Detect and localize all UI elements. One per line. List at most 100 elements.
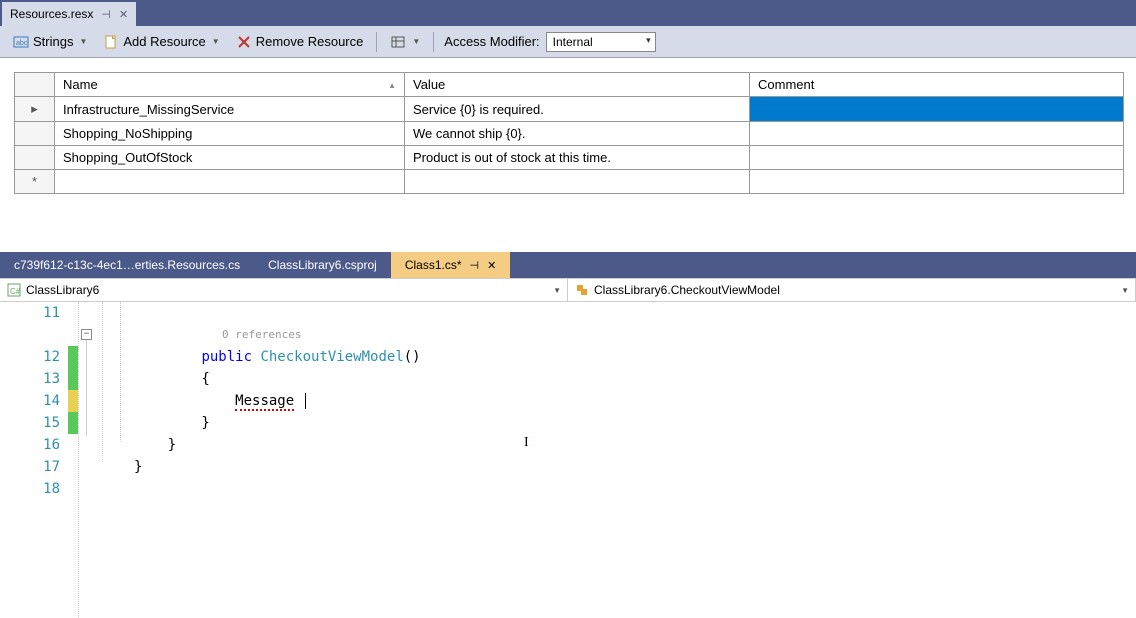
line-number: 15 bbox=[0, 412, 60, 434]
access-modifier-label: Access Modifier: bbox=[444, 34, 539, 49]
csharp-icon: C# bbox=[6, 282, 22, 298]
tab-class1[interactable]: Class1.cs* ⊣ ✕ bbox=[391, 252, 511, 278]
delete-icon bbox=[236, 34, 252, 50]
grid-icon bbox=[390, 34, 406, 50]
chevron-down-icon: ▼ bbox=[412, 37, 420, 46]
resx-toolbar: abc Strings ▼ Add Resource ▼ Remove Reso… bbox=[0, 26, 1136, 58]
add-file-icon bbox=[103, 34, 119, 50]
resource-grid-panel: Name ▲ Value Comment ▸ Infrastructure_Mi… bbox=[0, 58, 1136, 194]
header-text: Comment bbox=[758, 77, 814, 92]
add-resource-button[interactable]: Add Resource ▼ bbox=[96, 30, 226, 54]
column-header-comment[interactable]: Comment bbox=[750, 73, 1124, 97]
indent-guide-col bbox=[98, 302, 116, 618]
tab-generated-resources[interactable]: c739f612-c13c-4ec1…erties.Resources.cs bbox=[0, 252, 254, 278]
keyword: public bbox=[201, 349, 252, 365]
code-line[interactable]: Message bbox=[134, 390, 1136, 412]
close-icon[interactable]: ✕ bbox=[487, 259, 496, 272]
text-caret bbox=[305, 393, 306, 409]
code-line[interactable]: public CheckoutViewModel() bbox=[134, 346, 1136, 368]
new-row-marker: * bbox=[15, 170, 55, 194]
cell-comment[interactable] bbox=[750, 146, 1124, 170]
cell-comment[interactable] bbox=[750, 97, 1124, 122]
cell-comment[interactable] bbox=[750, 122, 1124, 146]
table-row[interactable]: ▸ Infrastructure_MissingService Service … bbox=[15, 97, 1124, 122]
line-number: 13 bbox=[0, 368, 60, 390]
row-selector: ▸ bbox=[15, 97, 55, 122]
chevron-down-icon: ▼ bbox=[553, 286, 561, 295]
cell-name[interactable]: Infrastructure_MissingService bbox=[55, 97, 405, 122]
code-nav-bar: C# ClassLibrary6 ▼ ClassLibrary6.Checkou… bbox=[0, 278, 1136, 302]
line-number: 16 bbox=[0, 434, 60, 456]
document-tab-bar-bottom: c739f612-c13c-4ec1…erties.Resources.cs C… bbox=[0, 252, 1136, 278]
change-indicator-bar bbox=[68, 302, 78, 618]
code-body[interactable]: 0 references public CheckoutViewModel() … bbox=[134, 302, 1136, 618]
strings-button[interactable]: abc Strings ▼ bbox=[6, 30, 94, 54]
table-row[interactable]: Shopping_NoShipping We cannot ship {0}. bbox=[15, 122, 1124, 146]
code-editor[interactable]: 11 12 13 14 15 16 17 18 − 0 references p… bbox=[0, 302, 1136, 618]
code-line[interactable]: } bbox=[134, 412, 1136, 434]
tab-label: Resources.resx bbox=[10, 7, 93, 21]
identifier-error: Message bbox=[235, 393, 294, 411]
line-number: 11 bbox=[0, 302, 60, 324]
header-text: Value bbox=[413, 77, 445, 92]
column-header-name[interactable]: Name ▲ bbox=[55, 73, 405, 97]
cell-name[interactable]: Shopping_NoShipping bbox=[55, 122, 405, 146]
cell-value[interactable]: Product is out of stock at this time. bbox=[405, 146, 750, 170]
indent-guide-col bbox=[116, 302, 134, 618]
cell-comment[interactable] bbox=[750, 170, 1124, 194]
column-header-value[interactable]: Value bbox=[405, 73, 750, 97]
separator bbox=[433, 32, 434, 52]
namespace-label: ClassLibrary6 bbox=[26, 283, 99, 297]
line-number-gutter: 11 12 13 14 15 16 17 18 bbox=[0, 302, 68, 618]
row-selector-header bbox=[15, 73, 55, 97]
table-row-new[interactable]: * bbox=[15, 170, 1124, 194]
pin-icon[interactable]: ⊣ bbox=[101, 8, 111, 21]
chevron-down-icon: ▼ bbox=[212, 37, 220, 46]
tab-label: ClassLibrary6.csproj bbox=[268, 258, 377, 272]
view-options-button[interactable]: ▼ bbox=[383, 30, 427, 54]
code-line[interactable]: } bbox=[134, 456, 1136, 478]
access-modifier-combo[interactable]: Internal bbox=[546, 32, 656, 52]
remove-resource-button[interactable]: Remove Resource bbox=[229, 30, 371, 54]
class-icon bbox=[574, 282, 590, 298]
tab-label: Class1.cs* bbox=[405, 258, 462, 272]
resource-grid[interactable]: Name ▲ Value Comment ▸ Infrastructure_Mi… bbox=[14, 72, 1124, 194]
tab-label: c739f612-c13c-4ec1…erties.Resources.cs bbox=[14, 258, 240, 272]
strings-icon: abc bbox=[13, 34, 29, 50]
tab-resources-resx[interactable]: Resources.resx ⊣ ✕ bbox=[2, 2, 136, 26]
line-number: 18 bbox=[0, 478, 60, 500]
document-tab-bar-top: Resources.resx ⊣ ✕ bbox=[0, 0, 1136, 26]
code-line[interactable]: { bbox=[134, 368, 1136, 390]
pin-icon[interactable]: ⊣ bbox=[470, 259, 480, 272]
fold-guide bbox=[86, 340, 87, 436]
sort-asc-icon: ▲ bbox=[388, 81, 396, 90]
separator bbox=[376, 32, 377, 52]
line-number: 12 bbox=[0, 346, 60, 368]
panel-gap bbox=[0, 194, 1136, 252]
outlining-margin[interactable]: − bbox=[78, 302, 98, 618]
cell-name[interactable] bbox=[55, 170, 405, 194]
codelens[interactable]: 0 references bbox=[134, 324, 1136, 346]
tab-csproj[interactable]: ClassLibrary6.csproj bbox=[254, 252, 391, 278]
access-modifier-value: Internal bbox=[553, 35, 593, 49]
type-label: ClassLibrary6.CheckoutViewModel bbox=[594, 283, 780, 297]
line-number: 17 bbox=[0, 456, 60, 478]
svg-text:abc: abc bbox=[16, 40, 28, 47]
cell-value[interactable]: Service {0} is required. bbox=[405, 97, 750, 122]
close-icon[interactable]: ✕ bbox=[119, 8, 128, 21]
ibeam-cursor-icon: I bbox=[524, 432, 529, 454]
collapse-icon[interactable]: − bbox=[81, 329, 92, 340]
header-text: Name bbox=[63, 77, 98, 92]
code-line[interactable]: } bbox=[134, 434, 1136, 456]
add-resource-label: Add Resource bbox=[123, 34, 205, 49]
row-selector bbox=[15, 122, 55, 146]
svg-text:C#: C# bbox=[10, 287, 21, 296]
cell-value[interactable]: We cannot ship {0}. bbox=[405, 122, 750, 146]
namespace-combo[interactable]: C# ClassLibrary6 ▼ bbox=[0, 279, 568, 301]
cell-name[interactable]: Shopping_OutOfStock bbox=[55, 146, 405, 170]
strings-label: Strings bbox=[33, 34, 73, 49]
table-row[interactable]: Shopping_OutOfStock Product is out of st… bbox=[15, 146, 1124, 170]
type-combo[interactable]: ClassLibrary6.CheckoutViewModel ▼ bbox=[568, 279, 1136, 301]
type-name: CheckoutViewModel bbox=[260, 349, 403, 365]
cell-value[interactable] bbox=[405, 170, 750, 194]
